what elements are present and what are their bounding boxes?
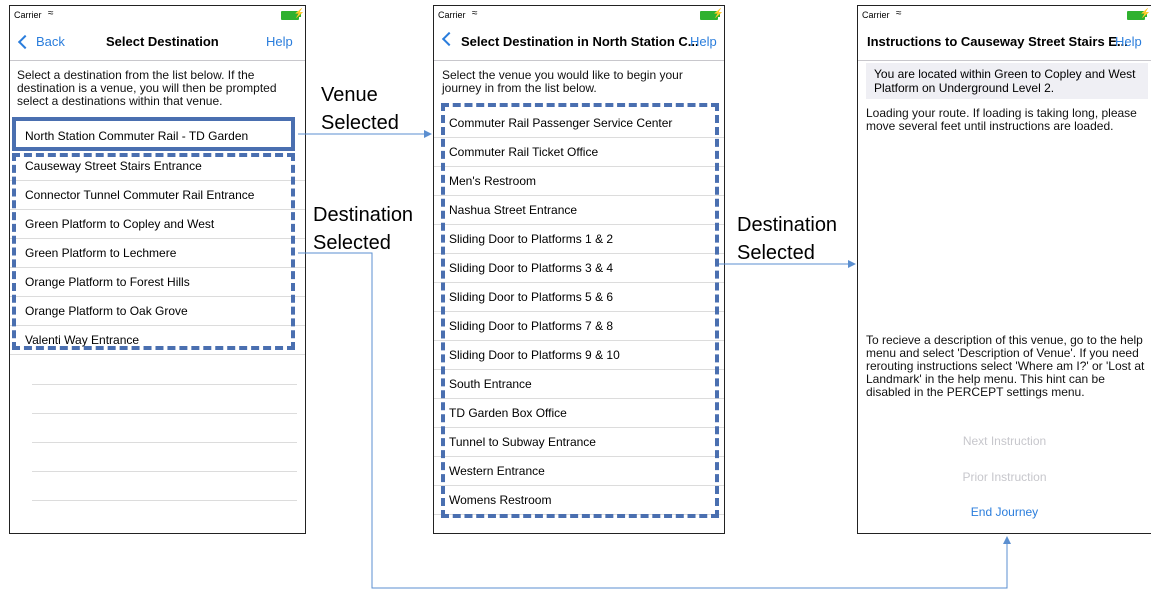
arrow-destination-to-screen3 (298, 252, 1011, 589)
flow-arrows (298, 130, 1011, 589)
